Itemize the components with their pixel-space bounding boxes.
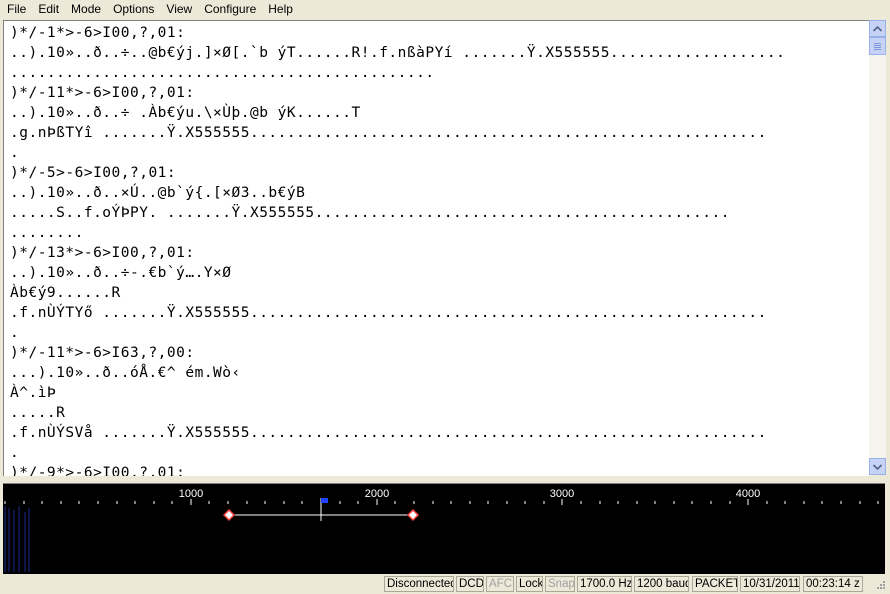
text-line: ..).10»..ð..÷ .Àb€ýu.\×Ùþ.@b ýK......T bbox=[10, 105, 361, 121]
afc-indicator[interactable]: AFC bbox=[486, 576, 514, 592]
text-line: )*/-13*>-6>I00,?,01: bbox=[10, 245, 195, 261]
text-line: ..).10»..ð..×Ú..@b`ý{.[×Ø3..b€ýB bbox=[10, 185, 306, 201]
dcd-indicator: DCD bbox=[456, 576, 484, 592]
mode-display: PACKET bbox=[692, 576, 738, 592]
text-line: Àb€ý9......R bbox=[10, 285, 121, 301]
snap-indicator[interactable]: Snap bbox=[545, 576, 575, 592]
baud-display: 1200 baud bbox=[634, 576, 689, 592]
menu-file[interactable]: File bbox=[0, 0, 32, 18]
time-display: 00:23:14 z bbox=[803, 576, 863, 592]
bandwidth-right-handle bbox=[406, 508, 420, 522]
text-line: )*/-11*>-6>I63,?,00: bbox=[10, 345, 195, 361]
bandwidth-left-handle bbox=[222, 508, 236, 522]
scroll-down-button[interactable] bbox=[869, 458, 886, 475]
text-line: ...).10»..ð..óÅ.€^ ém.Wò‹ bbox=[10, 365, 241, 381]
menu-bar: File Edit Mode Options View Configure He… bbox=[0, 0, 890, 18]
receive-text-lines: )*/-1*>-6>I00,?,01: ..).10»..ð..÷..@b€ýj… bbox=[10, 23, 785, 476]
waterfall-display[interactable]: 1000 2000 3000 4000 bbox=[3, 483, 885, 574]
text-line: .f.nÙÝTYő .......Ÿ.X555555..............… bbox=[10, 305, 767, 321]
text-line: ..).10»..ð..÷-.€b`ý….Y×Ø bbox=[10, 265, 232, 281]
lock-indicator[interactable]: Lock bbox=[516, 576, 543, 592]
scroll-thumb[interactable] bbox=[869, 37, 886, 55]
text-line: )*/-9*>-6>I00,?,01: bbox=[10, 465, 186, 476]
status-bar: Disconnected DCD AFC Lock Snap 1700.0 Hz… bbox=[0, 575, 890, 594]
text-line: . bbox=[10, 145, 20, 161]
menu-help[interactable]: Help bbox=[262, 0, 299, 18]
frequency-display: 1700.0 Hz bbox=[577, 576, 632, 592]
menu-options[interactable]: Options bbox=[107, 0, 160, 18]
text-line: ..).10»..ð..÷..@b€ýj.]×Ø[.`b ýT......R!.… bbox=[10, 45, 786, 61]
text-line: .....S..f.oÝÞPY. .......Ÿ.X555555.......… bbox=[10, 205, 730, 221]
menu-configure[interactable]: Configure bbox=[198, 0, 262, 18]
marker-flag bbox=[321, 498, 328, 503]
text-line: . bbox=[10, 325, 20, 341]
menu-view[interactable]: View bbox=[160, 0, 198, 18]
text-line: ........................................… bbox=[10, 65, 435, 81]
chevron-down-icon bbox=[873, 463, 882, 470]
text-line: . bbox=[10, 445, 20, 461]
text-line: .f.nÙÝSVå .......Ÿ.X555555..............… bbox=[10, 425, 767, 441]
text-line: .g.nÞßTYî .......Ÿ.X555555..............… bbox=[10, 125, 767, 141]
text-line: À^.ìÞ bbox=[10, 385, 57, 401]
vertical-scrollbar[interactable] bbox=[869, 20, 886, 475]
text-line: )*/-11*>-6>I00,?,01: bbox=[10, 85, 195, 101]
text-line: )*/-5>-6>I00,?,01: bbox=[10, 165, 177, 181]
text-line: ........ bbox=[10, 225, 84, 241]
scroll-up-button[interactable] bbox=[869, 20, 886, 37]
date-display: 10/31/2011 bbox=[740, 576, 800, 592]
text-line: .....R bbox=[10, 405, 66, 421]
receive-text-pane[interactable]: )*/-1*>-6>I00,?,01: ..).10»..ð..÷..@b€ýj… bbox=[3, 20, 870, 476]
menu-edit[interactable]: Edit bbox=[32, 0, 65, 18]
frequency-scale bbox=[4, 498, 879, 572]
text-line: )*/-1*>-6>I00,?,01: bbox=[10, 25, 186, 41]
connection-status: Disconnected bbox=[384, 576, 454, 592]
menu-mode[interactable]: Mode bbox=[65, 0, 107, 18]
chevron-up-icon bbox=[873, 25, 882, 32]
resize-grip-icon[interactable] bbox=[873, 579, 886, 592]
